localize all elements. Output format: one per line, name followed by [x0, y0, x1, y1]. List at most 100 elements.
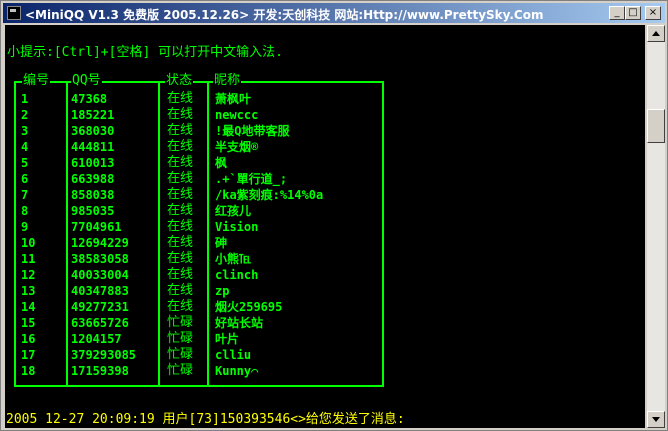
- console-area[interactable]: 小提示:[Ctrl]+[空格] 可以打开中文输入法. 编号 QQ号 状态 昵称 …: [5, 25, 645, 428]
- scroll-thumb[interactable]: [647, 109, 665, 143]
- row-status: 在线: [167, 187, 194, 202]
- row-no: 4: [21, 140, 29, 154]
- console-icon[interactable]: [7, 6, 21, 20]
- close-button[interactable]: ×: [645, 6, 661, 20]
- row-status: 忙碌: [167, 363, 194, 378]
- row-no: 7: [21, 188, 29, 202]
- table-row: 15 63665726 忙碌 好站长站: [5, 315, 605, 331]
- table-row: 5 610013 在线 枫: [5, 155, 605, 171]
- table-row: 9 7704961 在线 Vision: [5, 219, 605, 235]
- row-nick: Kunny⌒: [215, 364, 259, 378]
- vertical-scrollbar[interactable]: [647, 25, 665, 428]
- row-qq: 379293085: [71, 348, 137, 362]
- row-qq: 185221: [71, 108, 115, 122]
- row-status: 在线: [167, 235, 194, 250]
- minimize-button[interactable]: _: [609, 6, 625, 20]
- table-row: 12 40033004 在线 clinch: [5, 267, 605, 283]
- row-no: 2: [21, 108, 29, 122]
- row-qq: 444811: [71, 140, 115, 154]
- row-no: 10: [21, 236, 36, 250]
- row-status: 在线: [167, 251, 194, 266]
- table-row: 8 985035 在线 红孩儿: [5, 203, 605, 219]
- row-no: 3: [21, 124, 29, 138]
- row-status: 忙碌: [167, 315, 194, 330]
- row-status: 忙碌: [167, 347, 194, 362]
- table-row: 18 17159398 忙碌 Kunny⌒: [5, 363, 605, 379]
- window-title: <MiniQQ V1.3 免费版 2005.12.26> 开发:天创科技 网站:…: [25, 8, 544, 22]
- row-qq: 63665726: [71, 316, 129, 330]
- table-row: 17 379293085 忙碌 clliu: [5, 347, 605, 363]
- row-no: 12: [21, 268, 36, 282]
- row-nick: /ka紫刻痕:%14%0a: [215, 188, 324, 202]
- row-status: 在线: [167, 171, 194, 186]
- row-nick: clinch: [215, 268, 259, 282]
- row-qq: 40033004: [71, 268, 129, 282]
- row-nick: Vision: [215, 220, 259, 234]
- row-nick: !最Q地带客服: [215, 124, 290, 138]
- row-no: 15: [21, 316, 36, 330]
- table-row: 10 12694229 在线 砷: [5, 235, 605, 251]
- row-nick: 萧枫叶: [215, 92, 252, 106]
- hint-text: 小提示:[Ctrl]+[空格] 可以打开中文输入法.: [7, 45, 283, 60]
- row-qq: 12694229: [71, 236, 129, 250]
- row-no: 5: [21, 156, 29, 170]
- table-row: 3 368030 在线 !最Q地带客服: [5, 123, 605, 139]
- table-row: 7 858038 在线/ka紫刻痕:%14%0a: [5, 187, 605, 203]
- row-qq: 17159398: [71, 364, 129, 378]
- row-no: 6: [21, 172, 29, 186]
- row-qq: 368030: [71, 124, 115, 138]
- table-row: 1 47368 在线 萧枫叶: [5, 91, 605, 107]
- table-row: 13 40347883 在线 zp: [5, 283, 605, 299]
- row-status: 在线: [167, 219, 194, 234]
- header-nick: 昵称: [213, 73, 242, 89]
- row-no: 13: [21, 284, 36, 298]
- row-nick: 半支烟®: [215, 140, 259, 154]
- row-status: 在线: [167, 91, 194, 106]
- row-status: 在线: [167, 267, 194, 282]
- header-no: 编号: [22, 73, 51, 89]
- row-qq: 610013: [71, 156, 115, 170]
- row-status: 在线: [167, 203, 194, 218]
- table-row: 6 663988 在线 .+`單行道_;: [5, 171, 605, 187]
- row-no: 17: [21, 348, 36, 362]
- row-status: 在线: [167, 299, 194, 314]
- row-status: 在线: [167, 123, 194, 138]
- row-qq: 40347883: [71, 284, 129, 298]
- row-status: 在线: [167, 283, 194, 298]
- row-nick: clliu: [215, 348, 252, 362]
- row-no: 9: [21, 220, 29, 234]
- row-nick: zp: [215, 284, 230, 298]
- row-no: 11: [21, 252, 36, 266]
- app-window: <MiniQQ V1.3 免费版 2005.12.26> 开发:天创科技 网站:…: [0, 0, 668, 431]
- row-qq: 663988: [71, 172, 115, 186]
- header-status: 状态: [165, 73, 194, 89]
- row-nick: newccc: [215, 108, 259, 122]
- row-nick: 红孩儿: [215, 204, 252, 218]
- table-row: 16 1204157 忙碌 叶片: [5, 331, 605, 347]
- arrow-down-icon: [652, 417, 660, 422]
- row-nick: 砷: [215, 236, 228, 250]
- row-nick: 枫: [215, 156, 228, 170]
- row-no: 16: [21, 332, 36, 346]
- maximize-button[interactable]: □: [625, 6, 641, 20]
- title-bar[interactable]: <MiniQQ V1.3 免费版 2005.12.26> 开发:天创科技 网站:…: [3, 3, 665, 23]
- row-qq: 858038: [71, 188, 115, 202]
- row-no: 18: [21, 364, 36, 378]
- row-qq: 985035: [71, 204, 115, 218]
- table-row: 4 444811 在线 半支烟®: [5, 139, 605, 155]
- arrow-up-icon: [652, 31, 660, 36]
- row-nick: 叶片: [215, 332, 240, 346]
- row-qq: 38583058: [71, 252, 129, 266]
- row-status: 忙碌: [167, 331, 194, 346]
- row-no: 14: [21, 300, 36, 314]
- row-qq: 7704961: [71, 220, 122, 234]
- row-status: 在线: [167, 155, 194, 170]
- scroll-down-button[interactable]: [647, 411, 665, 428]
- row-status: 在线: [167, 107, 194, 122]
- row-nick: 好站长站: [215, 316, 264, 330]
- table-row: 2 185221 在线 newccc: [5, 107, 605, 123]
- row-qq: 1204157: [71, 332, 122, 346]
- scroll-up-button[interactable]: [647, 25, 665, 42]
- row-nick: 小熊℡: [215, 252, 252, 266]
- row-nick: 烟火259695: [215, 300, 283, 314]
